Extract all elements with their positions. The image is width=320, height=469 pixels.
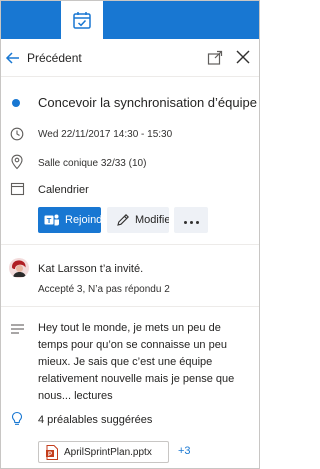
inviter-text: Kat Larsson t’a invité.	[38, 263, 144, 275]
popout-icon	[207, 50, 223, 65]
more-attachments-link[interactable]: +3	[178, 445, 191, 457]
event-details-pane: Précédent Concevoir la synchronisation d…	[0, 0, 260, 469]
section-divider	[1, 306, 259, 307]
arrow-left-icon	[5, 52, 19, 64]
join-label: Rejoindre	[65, 214, 101, 226]
powerpoint-file-icon: P	[46, 444, 58, 460]
svg-text:P: P	[48, 451, 52, 457]
person-avatar-icon	[9, 258, 29, 278]
pencil-icon	[117, 214, 129, 226]
suggested-prereads-label: 4 préalables suggérées	[38, 414, 153, 426]
calendar-icon	[10, 182, 25, 196]
calendar-color-dot	[12, 99, 20, 107]
popout-button[interactable]	[206, 49, 224, 67]
nav-row: Précédent	[1, 39, 259, 77]
svg-text:T: T	[47, 216, 52, 225]
response-summary[interactable]: Accepté 3, N’a pas répondu 2	[38, 284, 170, 295]
event-description: Hey tout le monde, je mets un peu de tem…	[38, 322, 235, 402]
calendar-check-icon	[73, 12, 91, 29]
back-label: Précédent	[27, 51, 82, 65]
close-button[interactable]	[234, 48, 252, 66]
event-calendar: Calendrier	[38, 184, 89, 196]
location-pin-icon	[11, 154, 23, 170]
modify-label: Modifier	[135, 214, 169, 226]
back-button[interactable]: Précédent	[5, 47, 82, 69]
clock-icon	[10, 127, 24, 141]
attachment-name: AprilSprintPlan.pptx	[64, 446, 152, 458]
tab-calendar[interactable]	[61, 1, 103, 39]
more-horizontal-icon	[182, 211, 200, 229]
lightbulb-icon	[11, 411, 23, 425]
join-button[interactable]: T Rejoindre	[38, 207, 101, 233]
event-title: Concevoir la synchronisation d’équipe	[38, 95, 257, 110]
teams-icon: T	[44, 214, 59, 226]
text-lines-icon	[11, 324, 24, 334]
attachment-chip[interactable]: P AprilSprintPlan.pptx	[38, 441, 169, 463]
top-app-bar	[1, 1, 259, 39]
avatar[interactable]	[9, 258, 29, 278]
more-options-button[interactable]	[174, 207, 208, 233]
section-divider	[1, 244, 259, 245]
event-location[interactable]: Salle conique 32/33 (10)	[38, 158, 146, 169]
event-datetime: Wed 22/11/2017 14:30 - 15:30	[38, 129, 173, 140]
modify-button[interactable]: Modifier	[107, 207, 169, 233]
close-icon	[236, 50, 250, 64]
